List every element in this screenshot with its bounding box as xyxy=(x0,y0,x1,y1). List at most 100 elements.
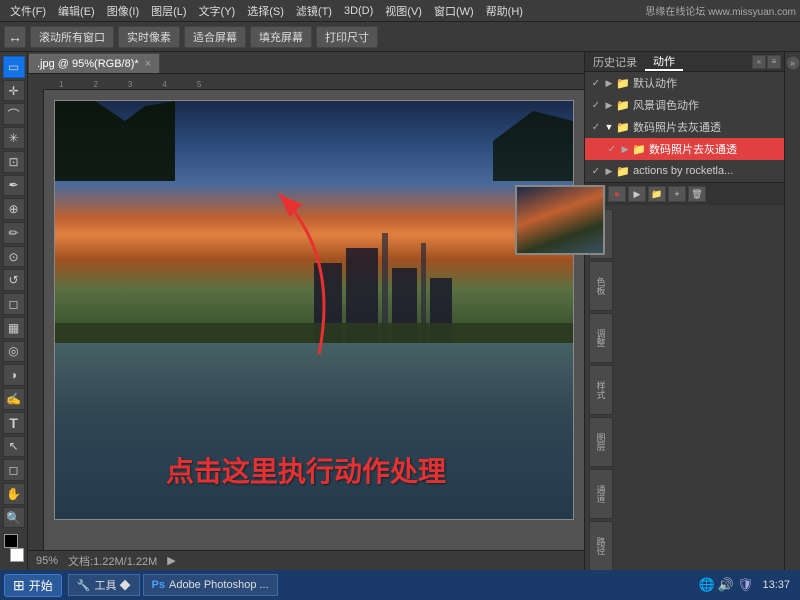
spot-heal-tool[interactable]: ⊕ xyxy=(3,198,25,220)
panel-menu-btn[interactable]: ≡ xyxy=(767,55,781,69)
folder-icon-3: 📁 xyxy=(615,121,631,134)
tab-close-icon[interactable]: × xyxy=(145,58,151,70)
ps-icon: Ps xyxy=(152,579,165,591)
record-button[interactable]: ● xyxy=(608,186,626,202)
menu-type[interactable]: 文字(Y) xyxy=(193,1,242,21)
start-button[interactable]: ⊞ 开始 xyxy=(4,574,62,597)
trees-right-silhouette xyxy=(493,111,573,181)
delete-button[interactable]: 🗑 xyxy=(688,186,706,202)
action-item-landscape[interactable]: ✓ ▶ 📁 风景调色动作 xyxy=(585,94,784,116)
fit-screen-button[interactable]: 适合屏幕 xyxy=(184,26,246,48)
trees-left-silhouette xyxy=(55,101,175,181)
clone-tool[interactable]: ⊙ xyxy=(3,246,25,268)
pen-tool[interactable]: ✍ xyxy=(3,388,25,410)
water-reflection xyxy=(55,343,573,519)
create-action-button[interactable]: + xyxy=(668,186,686,202)
crop-tool[interactable]: ⊡ xyxy=(3,151,25,173)
zoom-tool[interactable]: 🔍 xyxy=(3,507,25,529)
far-right-collapse: » xyxy=(784,52,800,570)
action-item-digital-parent[interactable]: ✓ ▼ 📁 数码照片去灰通透 xyxy=(585,116,784,138)
shape-tool[interactable]: ◻ xyxy=(3,459,25,481)
swatches-panel-icon[interactable]: 色板 xyxy=(589,261,613,311)
channels-panel-icon[interactable]: 通道 xyxy=(589,469,613,519)
arrow-5: ▶ xyxy=(603,166,615,177)
eraser-tool[interactable]: ◻ xyxy=(3,293,25,315)
arrow-3: ▼ xyxy=(603,122,615,132)
foreground-color[interactable] xyxy=(4,534,18,548)
canvas-area: 1 2 3 4 5 1 2 3 xyxy=(28,74,584,550)
fill-screen-button[interactable]: 填充屏幕 xyxy=(250,26,312,48)
print-size-button[interactable]: 打印尺寸 xyxy=(316,26,378,48)
adjustments-panel-icon[interactable]: 调整 xyxy=(589,313,613,363)
action-label-3: 数码照片去灰通透 xyxy=(633,119,780,135)
move-tool[interactable]: ✛ xyxy=(3,80,25,102)
history-tab[interactable]: 历史记录 xyxy=(585,52,645,71)
tab-name: .jpg @ 95%(RGB/8) xyxy=(37,58,134,70)
eyedropper-tool[interactable]: ✒ xyxy=(3,175,25,197)
menu-image[interactable]: 图像(I) xyxy=(101,1,145,21)
menu-3d[interactable]: 3D(D) xyxy=(338,3,379,19)
network-icon[interactable]: 🌐 xyxy=(699,577,715,593)
menu-filter[interactable]: 滤镜(T) xyxy=(290,1,338,21)
folder-icon-5: 📁 xyxy=(615,165,631,178)
action-item-rocket[interactable]: ✓ ▶ 📁 actions by rocketla... xyxy=(585,160,784,182)
action-item-default[interactable]: ✓ ▶ 📁 默认动作 xyxy=(585,72,784,94)
history-brush-tool[interactable]: ↺ xyxy=(3,269,25,291)
zoom-level: 95% xyxy=(36,555,58,567)
panel-header: 历史记录 动作 « ≡ xyxy=(585,52,784,72)
panel-collapse-btn[interactable]: « xyxy=(752,55,766,69)
menu-file[interactable]: 文件(F) xyxy=(4,1,52,21)
check-3: ✓ xyxy=(589,122,603,133)
content-area: ▭ ✛ ⌒ ✳ ⊡ ✒ ⊕ ✏ ⊙ ↺ ◻ ▦ ◎ ◑ ✍ T ↖ ◻ ✋ 🔍 xyxy=(0,52,800,570)
panel-icon-list: 颜色 色板 调整 样式 图层 通道 路径 xyxy=(585,205,784,575)
action-label-1: 默认动作 xyxy=(633,75,780,91)
volume-icon[interactable]: 🔊 xyxy=(718,577,734,593)
brush-tool[interactable]: ✏ xyxy=(3,222,25,244)
selection-tool[interactable]: ▭ xyxy=(3,56,25,78)
check-2: ✓ xyxy=(589,100,603,111)
scroll-all-windows-button[interactable]: 滚动所有窗口 xyxy=(30,26,114,48)
layers-panel-icon[interactable]: 图层 xyxy=(589,417,613,467)
security-icon[interactable]: 🛡 xyxy=(737,577,754,593)
actions-tab[interactable]: 动作 xyxy=(645,52,683,71)
action-label-5: actions by rocketla... xyxy=(633,165,780,177)
text-tool[interactable]: T xyxy=(3,412,25,434)
styles-panel-icon[interactable]: 样式 xyxy=(589,365,613,415)
path-selection-tool[interactable]: ↖ xyxy=(3,436,25,458)
menu-window[interactable]: 窗口(W) xyxy=(428,1,480,21)
gradient-tool[interactable]: ▦ xyxy=(3,317,25,339)
check-4: ✓ xyxy=(605,144,619,155)
menu-edit[interactable]: 编辑(E) xyxy=(52,1,101,21)
taskbar-tools-app[interactable]: 🔧 工具 ◆ xyxy=(68,574,140,596)
right-panels: 历史记录 动作 « ≡ ✓ ▶ 📁 默认动作 ✓ ▶ xyxy=(584,52,784,570)
toolbar: ↔ 滚动所有窗口 实时像素 适合屏幕 填充屏幕 打印尺寸 xyxy=(0,22,800,52)
expand-collapse-icon[interactable]: » xyxy=(786,56,800,70)
play-button[interactable]: ▶ xyxy=(628,186,646,202)
blur-tool[interactable]: ◎ xyxy=(3,341,25,363)
lasso-tool[interactable]: ⌒ xyxy=(3,103,25,125)
taskbar-ps-app[interactable]: Ps Adobe Photoshop ... xyxy=(143,574,278,596)
action-item-digital-child[interactable]: ✓ ▶ 📁 数码照片去灰通透 xyxy=(585,138,784,160)
menu-view[interactable]: 视图(V) xyxy=(379,1,428,21)
horizontal-ruler: 1 2 3 4 5 xyxy=(44,74,584,90)
dodge-tool[interactable]: ◑ xyxy=(3,364,25,386)
background-color[interactable] xyxy=(10,548,24,562)
document-tab[interactable]: .jpg @ 95%(RGB/8) * × xyxy=(28,53,160,73)
menu-layer[interactable]: 图层(L) xyxy=(145,1,192,21)
tab-bar: .jpg @ 95%(RGB/8) * × xyxy=(28,52,584,74)
move-tool-icon[interactable]: ↔ xyxy=(4,26,26,48)
advance-arrow[interactable]: ▶ xyxy=(167,554,175,567)
ps-app-name: Adobe Photoshop ... xyxy=(169,579,269,591)
ps-canvas xyxy=(44,90,584,550)
menu-select[interactable]: 选择(S) xyxy=(241,1,290,21)
create-set-button[interactable]: 📁 xyxy=(648,186,666,202)
color-boxes xyxy=(0,530,28,566)
status-bar: 95% 文档:1.22M/1.22M ▶ xyxy=(28,550,584,570)
paths-panel-icon[interactable]: 路径 xyxy=(589,521,613,571)
check-5: ✓ xyxy=(589,166,603,177)
menu-help[interactable]: 帮助(H) xyxy=(480,1,529,21)
hand-tool[interactable]: ✋ xyxy=(3,483,25,505)
tools-app-label: 🔧 xyxy=(77,579,91,592)
actual-pixels-button[interactable]: 实时像素 xyxy=(118,26,180,48)
magic-wand-tool[interactable]: ✳ xyxy=(3,127,25,149)
